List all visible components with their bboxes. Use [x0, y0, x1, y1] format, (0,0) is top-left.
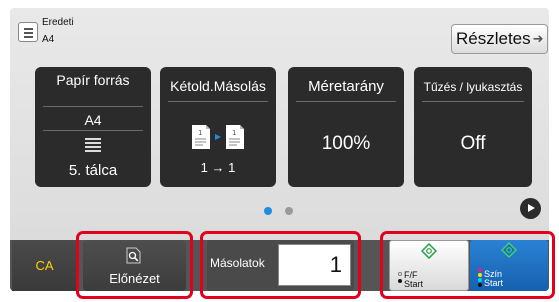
details-button-label: Részletes: [456, 29, 531, 48]
duplex-copy-title: Kétold.Másolás: [170, 78, 266, 94]
staple-punch-title: Tűzés / lyukasztás: [423, 80, 523, 94]
paper-size: A4: [84, 112, 102, 128]
duplex-copy-value: 1 → 1: [200, 160, 236, 175]
copy-ratio-tile[interactable]: Méretarány 100%: [288, 67, 404, 187]
divider: [168, 101, 268, 102]
duplex-copy-icon: 1 1: [192, 125, 244, 149]
details-button[interactable]: Részletes ➜: [451, 24, 548, 54]
paper-tray-value: 5. tálca: [68, 162, 118, 179]
divider: [296, 101, 396, 102]
next-page-button[interactable]: [520, 198, 541, 219]
page-indicator[interactable]: [285, 207, 293, 215]
staple-punch-value: Off: [460, 133, 486, 154]
divider: [422, 101, 524, 102]
arrow-right-icon: ➜: [532, 31, 544, 46]
divider: [43, 106, 143, 107]
screen: Eredeti A4 Részletes ➜ Papír forrás A4 5…: [0, 0, 559, 302]
duplex-copy-tile[interactable]: Kétold.Másolás 1 1 1 → 1: [160, 67, 276, 187]
svg-text:1: 1: [232, 129, 236, 137]
original-size: A4: [42, 34, 55, 45]
svg-text:1: 1: [198, 129, 202, 137]
divider: [43, 130, 143, 131]
clear-all-label: CA: [35, 258, 54, 273]
paper-tray-icon: [85, 138, 101, 154]
paper-source-tile[interactable]: Papír forrás A4 5. tálca: [35, 67, 151, 187]
clear-all-button[interactable]: CA: [12, 240, 77, 291]
original-document-icon: [18, 22, 38, 42]
page-indicator-active[interactable]: [264, 207, 272, 215]
staple-punch-tile[interactable]: Tűzés / lyukasztás Off: [414, 67, 532, 187]
paper-source-title: Papír forrás: [56, 72, 130, 88]
highlight-frame-copies: [200, 231, 361, 299]
highlight-frame-preview: [76, 231, 193, 299]
copy-ratio-value: 100%: [321, 133, 371, 154]
copy-ratio-title: Méretarány: [308, 78, 384, 95]
highlight-frame-start: [380, 231, 555, 299]
original-label: Eredeti: [42, 17, 74, 28]
